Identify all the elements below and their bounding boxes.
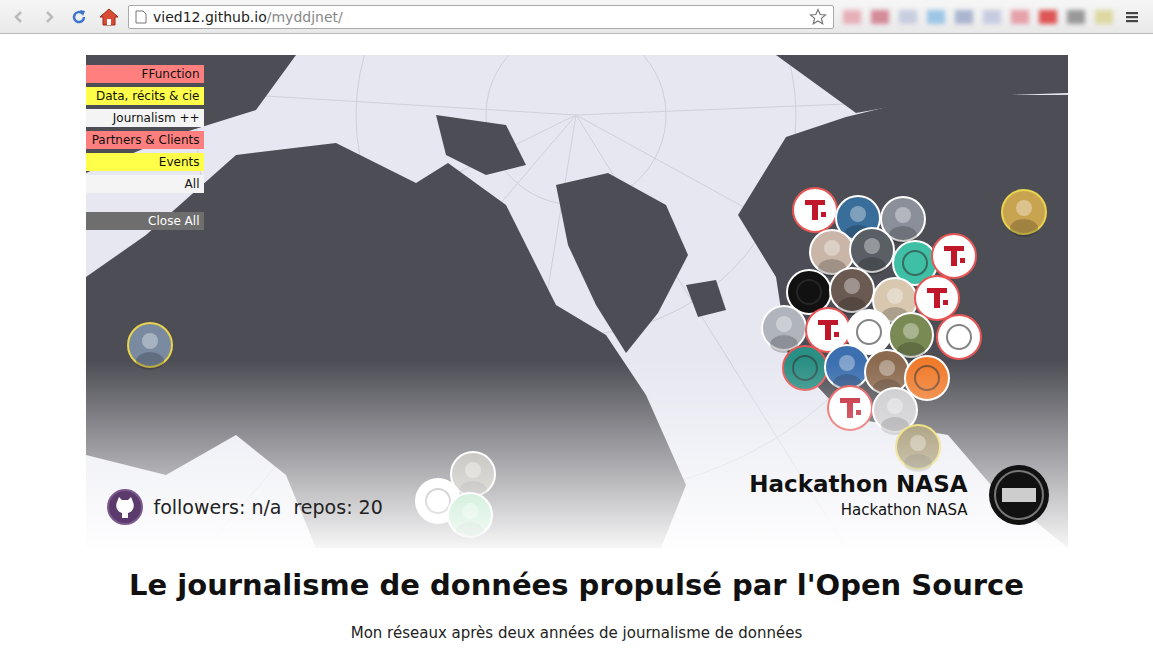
page-subheading: Mon réseaux après deux années de journal…: [351, 624, 803, 642]
extension-icon[interactable]: [871, 10, 889, 24]
filter-button[interactable]: Partners & Clients: [86, 131, 204, 149]
close-all-button[interactable]: Close All: [86, 212, 204, 230]
filter-button[interactable]: Data, récits & cie: [86, 87, 204, 105]
extension-icon[interactable]: [1067, 10, 1085, 24]
selected-title: Hackathon NASA: [749, 471, 967, 497]
filter-button[interactable]: Events: [86, 153, 204, 171]
extension-icon[interactable]: [927, 10, 945, 24]
forward-arrow-icon: [41, 9, 57, 25]
menu-button[interactable]: [1121, 6, 1143, 28]
back-arrow-icon: [11, 9, 27, 25]
extension-icon[interactable]: [1011, 10, 1029, 24]
extension-icon[interactable]: [983, 10, 1001, 24]
browser-toolbar: vied12.github.io/myddjnet/: [0, 0, 1153, 34]
followers-count: followers: n/a: [154, 496, 282, 518]
filter-button[interactable]: All: [86, 175, 204, 193]
extensions-area: [842, 10, 1113, 24]
menu-icon: [1125, 10, 1139, 24]
reload-icon: [70, 8, 88, 26]
reload-button[interactable]: [68, 6, 90, 28]
extension-icon[interactable]: [843, 10, 861, 24]
github-stats: followers: n/a repos: 20: [106, 488, 383, 526]
land-masses: [86, 55, 1068, 548]
filter-button[interactable]: FFunction: [86, 65, 204, 83]
selected-logo-icon: [988, 464, 1050, 526]
repos-count: repos: 20: [293, 496, 382, 518]
extension-icon[interactable]: [955, 10, 973, 24]
address-bar[interactable]: vied12.github.io/myddjnet/: [128, 5, 834, 29]
selected-subtitle: Hackathon NASA: [841, 501, 968, 519]
page-heading: Le journalisme de données propulsé par l…: [129, 568, 1024, 602]
url-text: vied12.github.io/myddjnet/: [153, 9, 803, 25]
back-button[interactable]: [8, 6, 30, 28]
home-button[interactable]: [98, 6, 120, 28]
extension-icon[interactable]: [1095, 10, 1113, 24]
forward-button[interactable]: [38, 6, 60, 28]
github-icon[interactable]: [106, 488, 144, 526]
filter-menu: FFunction Data, récits & cie Journalism ++…: [86, 65, 204, 230]
filter-button[interactable]: Journalism ++: [86, 109, 204, 127]
bookmark-star-icon[interactable]: [809, 8, 827, 26]
extension-icon[interactable]: [1039, 10, 1057, 24]
extension-icon[interactable]: [899, 10, 917, 24]
selected-node-info: Hackathon NASA Hackathon NASA: [749, 464, 1049, 526]
network-map[interactable]: FFunction Data, récits & cie Journalism ++…: [86, 55, 1068, 548]
home-icon: [99, 8, 119, 26]
page-icon: [135, 10, 147, 24]
